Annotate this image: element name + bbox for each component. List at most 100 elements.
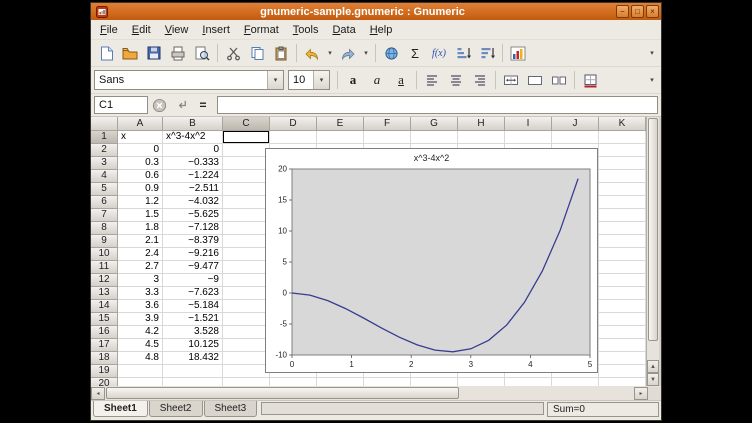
cell-C16[interactable] [223, 326, 270, 339]
row-header-8[interactable]: 8 [91, 222, 118, 235]
cell-B20[interactable] [163, 378, 223, 386]
cell-K2[interactable] [599, 144, 646, 157]
cell-A2[interactable]: 0 [118, 144, 163, 157]
cell-B7[interactable]: −5.625 [163, 209, 223, 222]
undo-dropdown[interactable]: ▾ [324, 42, 336, 64]
cell-C4[interactable] [223, 170, 270, 183]
sort-ascending-button[interactable] [451, 42, 475, 64]
scroll-left-button[interactable]: ◂ [91, 387, 105, 400]
cell-A8[interactable]: 1.8 [118, 222, 163, 235]
cell-K10[interactable] [599, 248, 646, 261]
col-header-I[interactable]: I [505, 117, 552, 131]
cancel-edit-button[interactable] [148, 95, 170, 115]
cell-I1[interactable] [505, 131, 552, 144]
cell-A5[interactable]: 0.9 [118, 183, 163, 196]
cell-B18[interactable]: 18.432 [163, 352, 223, 365]
cell-G20[interactable] [411, 378, 458, 386]
cell-D1[interactable] [270, 131, 317, 144]
font-size-dropdown[interactable]: ▾ [313, 71, 329, 89]
cell-K16[interactable] [599, 326, 646, 339]
row-header-1[interactable]: 1 [91, 131, 118, 144]
cell-B9[interactable]: −8.379 [163, 235, 223, 248]
row-header-12[interactable]: 12 [91, 274, 118, 287]
confirm-edit-button[interactable] [170, 95, 192, 115]
cell-A20[interactable] [118, 378, 163, 386]
cell-B8[interactable]: −7.128 [163, 222, 223, 235]
menu-view[interactable]: View [158, 22, 196, 38]
cell-name-box[interactable]: C1 [94, 96, 148, 114]
cell-K1[interactable] [599, 131, 646, 144]
row-header-17[interactable]: 17 [91, 339, 118, 352]
row-header-5[interactable]: 5 [91, 183, 118, 196]
col-header-H[interactable]: H [458, 117, 505, 131]
title-bar[interactable]: gnumeric-sample.gnumeric : Gnumeric − □ … [91, 3, 661, 20]
cell-A9[interactable]: 2.1 [118, 235, 163, 248]
cell-B16[interactable]: 3.528 [163, 326, 223, 339]
align-center-button[interactable] [444, 69, 468, 91]
cell-A16[interactable]: 4.2 [118, 326, 163, 339]
cell-A12[interactable]: 3 [118, 274, 163, 287]
cell-A18[interactable]: 4.8 [118, 352, 163, 365]
hyperlink-button[interactable] [379, 42, 403, 64]
row-header-6[interactable]: 6 [91, 196, 118, 209]
align-left-button[interactable] [420, 69, 444, 91]
scroll-right-button[interactable]: ▸ [634, 387, 648, 400]
cell-J1[interactable] [552, 131, 599, 144]
cell-B4[interactable]: −1.224 [163, 170, 223, 183]
row-header-13[interactable]: 13 [91, 287, 118, 300]
cell-C14[interactable] [223, 300, 270, 313]
minimize-button[interactable]: − [616, 5, 629, 18]
cell-K3[interactable] [599, 157, 646, 170]
menu-edit[interactable]: Edit [125, 22, 158, 38]
menu-format[interactable]: Format [237, 22, 286, 38]
menu-tools[interactable]: Tools [286, 22, 326, 38]
cell-D20[interactable] [270, 378, 317, 386]
cell-C18[interactable] [223, 352, 270, 365]
scroll-down-button[interactable]: ▼ [647, 373, 659, 386]
cell-K4[interactable] [599, 170, 646, 183]
row-header-19[interactable]: 19 [91, 365, 118, 378]
paste-button[interactable] [269, 42, 293, 64]
cell-C3[interactable] [223, 157, 270, 170]
cell-K13[interactable] [599, 287, 646, 300]
font-name-combo[interactable]: Sans ▾ [94, 70, 284, 90]
cell-K12[interactable] [599, 274, 646, 287]
cell-C9[interactable] [223, 235, 270, 248]
row-header-4[interactable]: 4 [91, 170, 118, 183]
row-header-16[interactable]: 16 [91, 326, 118, 339]
cell-C12[interactable] [223, 274, 270, 287]
print-preview-button[interactable] [190, 42, 214, 64]
bold-button[interactable]: a [341, 69, 365, 91]
col-header-D[interactable]: D [270, 117, 317, 131]
new-file-button[interactable] [94, 42, 118, 64]
cell-C19[interactable] [223, 365, 270, 378]
borders-button[interactable] [578, 69, 602, 91]
font-size-combo[interactable]: 10 ▾ [288, 70, 330, 90]
col-header-B[interactable]: B [163, 117, 223, 131]
cell-B2[interactable]: 0 [163, 144, 223, 157]
cell-B12[interactable]: −9 [163, 274, 223, 287]
cell-K7[interactable] [599, 209, 646, 222]
cell-C15[interactable] [223, 313, 270, 326]
menu-data[interactable]: Data [325, 22, 362, 38]
sort-descending-button[interactable] [475, 42, 499, 64]
cell-K8[interactable] [599, 222, 646, 235]
cell-K19[interactable] [599, 365, 646, 378]
cell-K9[interactable] [599, 235, 646, 248]
cell-K6[interactable] [599, 196, 646, 209]
vertical-scrollbar[interactable]: ▲ ▼ [646, 117, 659, 386]
cell-K15[interactable] [599, 313, 646, 326]
row-header-14[interactable]: 14 [91, 300, 118, 313]
menu-help[interactable]: Help [363, 22, 400, 38]
save-button[interactable] [142, 42, 166, 64]
row-header-11[interactable]: 11 [91, 261, 118, 274]
toolbar-overflow-button[interactable]: ▾ [646, 42, 658, 64]
maximize-button[interactable]: □ [631, 5, 644, 18]
cell-B11[interactable]: −9.477 [163, 261, 223, 274]
cell-C10[interactable] [223, 248, 270, 261]
cell-A11[interactable]: 2.7 [118, 261, 163, 274]
cell-B6[interactable]: −4.032 [163, 196, 223, 209]
col-header-J[interactable]: J [552, 117, 599, 131]
cell-C13[interactable] [223, 287, 270, 300]
cell-C6[interactable] [223, 196, 270, 209]
